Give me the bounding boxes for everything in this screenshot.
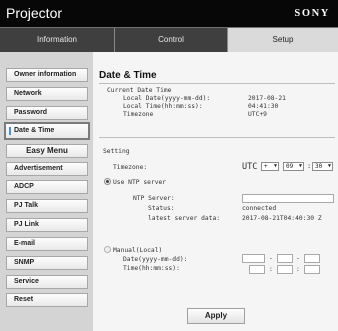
timezone-minute-value: 30 <box>315 163 323 170</box>
manual-local-label: Manual(Local) <box>113 247 163 254</box>
ntp-server-label: NTP Server: <box>133 195 175 202</box>
use-ntp-label: Use NTP server <box>113 179 167 186</box>
manual-date-label: Date(yyyy-mm-dd): <box>123 256 188 263</box>
latest-server-data-label: latest server data: <box>148 215 221 222</box>
timezone-display-label: Timezone <box>123 111 154 118</box>
divider <box>99 83 335 84</box>
app-title: Projector <box>6 5 63 21</box>
local-date-value: 2017-08-21 <box>248 95 286 102</box>
sidebar-item-password[interactable]: Password <box>6 106 88 120</box>
chevron-down-icon: ▼ <box>273 163 277 169</box>
main-panel: Date & Time Current Date Time Local Date… <box>93 52 338 331</box>
local-time-label: Local Time(hh:mm:ss): <box>123 103 203 110</box>
sidebar: Owner information Network Password Date … <box>0 52 93 331</box>
status-label: Status: <box>148 205 175 212</box>
date-separator: - <box>269 255 273 262</box>
tab-bar: Information Control Setup <box>0 27 338 52</box>
utc-label: UTC <box>242 162 258 172</box>
manual-minute-input[interactable] <box>277 265 293 274</box>
manual-month-input[interactable] <box>277 254 293 263</box>
page-title: Date & Time <box>99 70 157 81</box>
sidebar-item-date-time[interactable]: Date & Time <box>4 122 90 140</box>
time-separator: : <box>296 266 300 273</box>
sidebar-item-owner-information[interactable]: Owner information <box>6 68 88 82</box>
sidebar-item-reset[interactable]: Reset <box>6 293 88 307</box>
tab-setup[interactable]: Setup <box>227 28 338 52</box>
timezone-hour-value: 09 <box>286 163 294 170</box>
sidebar-item-network[interactable]: Network <box>6 87 88 101</box>
timezone-sign-value: + <box>264 163 268 170</box>
time-separator: : <box>269 266 273 273</box>
manual-hour-input[interactable] <box>249 265 265 274</box>
sidebar-item-email[interactable]: E-mail <box>6 237 88 251</box>
manual-time-label: Time(hh:mm:ss): <box>123 265 180 272</box>
apply-button[interactable]: Apply <box>187 308 245 324</box>
sidebar-item-service[interactable]: Service <box>6 275 88 289</box>
local-date-label: Local Date(yyyy-mm-dd): <box>123 95 211 102</box>
sidebar-item-advertisement[interactable]: Advertisement <box>6 162 88 176</box>
date-separator: - <box>296 255 300 262</box>
sidebar-item-pj-talk[interactable]: PJ Talk <box>6 199 88 213</box>
timezone-hour-select[interactable]: 09 ▼ <box>283 162 304 171</box>
manual-second-input[interactable] <box>304 265 320 274</box>
timezone-sign-select[interactable]: + ▼ <box>261 162 279 171</box>
sidebar-item-pj-link[interactable]: PJ Link <box>6 218 88 232</box>
timezone-colon: : <box>307 162 312 170</box>
sidebar-item-adcp[interactable]: ADCP <box>6 180 88 194</box>
manual-day-input[interactable] <box>304 254 320 263</box>
divider <box>99 137 335 138</box>
setting-section-label: Setting <box>103 148 130 155</box>
use-ntp-radio[interactable] <box>104 178 111 185</box>
chevron-down-icon: ▼ <box>298 163 302 169</box>
tab-control[interactable]: Control <box>114 28 227 52</box>
ntp-server-input[interactable] <box>242 194 334 203</box>
timezone-setting-label: Timezone: <box>113 164 148 171</box>
title-bar: Projector SONY <box>0 0 338 27</box>
chevron-down-icon: ▼ <box>327 163 331 169</box>
manual-year-input[interactable] <box>242 254 265 263</box>
sidebar-item-easy-menu[interactable]: Easy Menu <box>6 144 88 158</box>
tab-information[interactable]: Information <box>0 28 114 52</box>
status-value: connected <box>242 205 277 212</box>
sidebar-item-snmp[interactable]: SNMP <box>6 256 88 270</box>
timezone-minute-select[interactable]: 30 ▼ <box>312 162 333 171</box>
manual-local-radio[interactable] <box>104 246 111 253</box>
current-section-label: Current Date Time <box>107 87 172 94</box>
latest-server-data-value: 2017-08-21T04:40:30 Z <box>242 215 322 222</box>
local-time-value: 04:41:30 <box>248 103 279 110</box>
brand-logo: SONY <box>294 8 330 19</box>
timezone-display-value: UTC+9 <box>248 111 267 118</box>
